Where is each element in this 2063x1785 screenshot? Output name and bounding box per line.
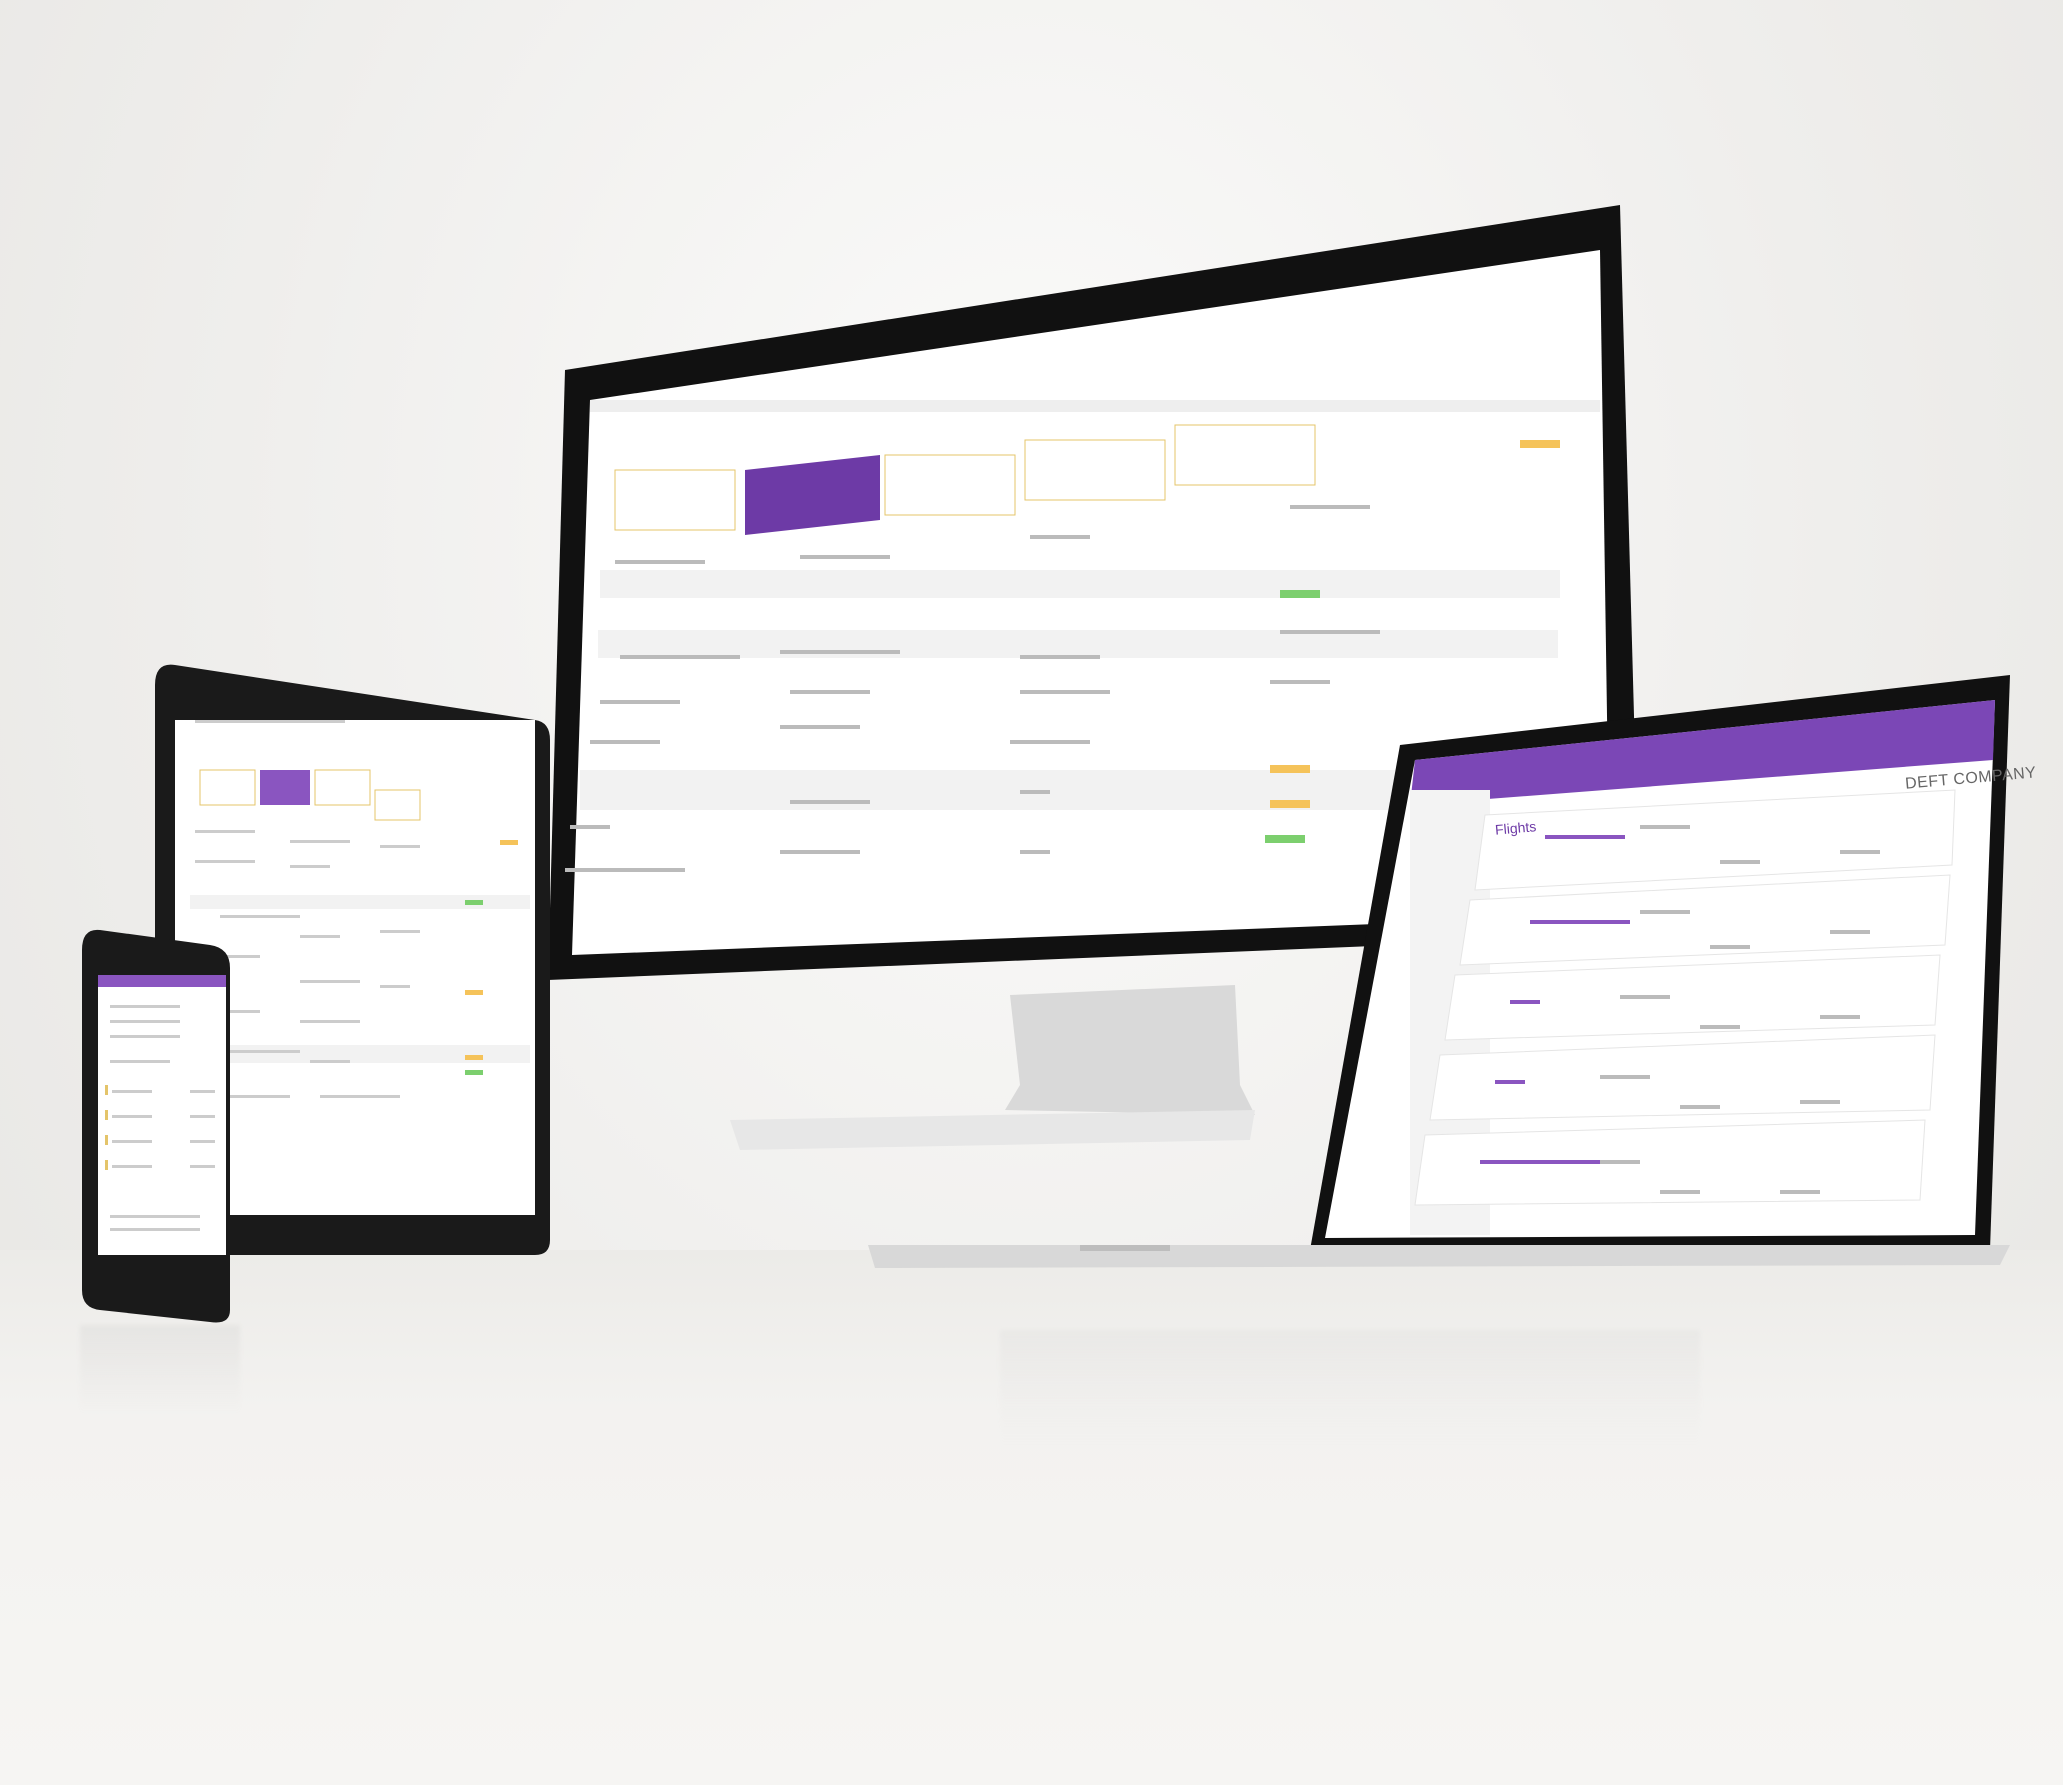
laptop-device (868, 675, 2010, 1268)
scene: DEFT COMPANY Flights (0, 0, 2063, 1785)
reflection-monitor (1000, 1330, 1700, 1450)
reflection-phone (80, 1325, 240, 1415)
